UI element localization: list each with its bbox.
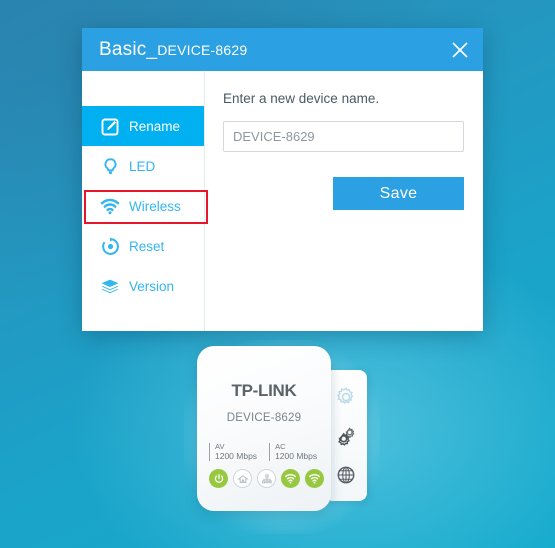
- sidebar-item-reset[interactable]: Reset: [82, 226, 204, 266]
- sidebar-item-label: LED: [129, 158, 156, 174]
- reset-icon: [100, 236, 120, 256]
- powerline-led: [233, 469, 252, 489]
- power-led: [209, 469, 228, 489]
- dialog-titlebar: Basic_DEVICE-8629: [82, 28, 483, 71]
- device-name-label: DEVICE-8629: [226, 412, 302, 424]
- dialog-title-device: DEVICE-8629: [157, 41, 248, 58]
- gear-icon: [336, 386, 354, 404]
- device-illustration: TP-LINK DEVICE-8629 AV 1200 Mbps AC 1200…: [184, 340, 380, 534]
- save-button[interactable]: Save: [333, 177, 464, 210]
- dialog-sidebar: Rename LED Wireless Reset Version: [82, 71, 205, 331]
- wifi-icon: [100, 196, 120, 216]
- dialog-content: Enter a new device name. Save: [205, 71, 483, 331]
- device-side-panel: [325, 370, 367, 501]
- rename-instruction: Enter a new device name.: [223, 91, 380, 106]
- device-body: TP-LINK DEVICE-8629 AV 1200 Mbps AC 1200…: [197, 346, 331, 511]
- device-spec: AV 1200 Mbps: [209, 442, 258, 462]
- layers-icon: [100, 276, 120, 296]
- device-specs: AV 1200 Mbps AC 1200 Mbps: [209, 442, 331, 462]
- dialog-title: Basic_DEVICE-8629: [99, 39, 247, 61]
- sidebar-item-label: Version: [129, 278, 175, 294]
- close-icon[interactable]: [449, 39, 471, 61]
- wifi-led: [281, 469, 300, 489]
- globe-icon: [337, 466, 355, 483]
- device-led-row: [209, 469, 331, 489]
- dialog-title-main: Basic_: [99, 38, 158, 60]
- sidebar-item-version[interactable]: Version: [82, 266, 204, 306]
- sidebar-item-rename[interactable]: Rename: [82, 106, 204, 146]
- sidebar-item-wireless[interactable]: Wireless: [82, 186, 204, 226]
- ethernet-led: [257, 469, 276, 489]
- spec-rate: 1200 Mbps: [275, 450, 318, 461]
- sidebar-item-label: Wireless: [129, 198, 181, 214]
- sidebar-item-label: Rename: [129, 118, 181, 134]
- device-spec: AC 1200 Mbps: [269, 442, 318, 462]
- save-row: Save: [223, 177, 464, 210]
- sidebar-item-led[interactable]: LED: [82, 146, 204, 186]
- gears-icon: [338, 426, 355, 446]
- device-brand: TP-LINK: [231, 381, 297, 400]
- basic-settings-dialog: Basic_DEVICE-8629 Rename LED Wireless Re…: [82, 28, 483, 331]
- rename-icon: [100, 116, 120, 136]
- wifi-clone-led: [305, 469, 324, 489]
- bulb-icon: [100, 156, 120, 176]
- spec-rate: 1200 Mbps: [215, 450, 258, 461]
- dialog-body: Rename LED Wireless Reset Version Enter …: [82, 71, 483, 331]
- device-name-input[interactable]: [223, 121, 464, 152]
- sidebar-item-label: Reset: [129, 238, 165, 254]
